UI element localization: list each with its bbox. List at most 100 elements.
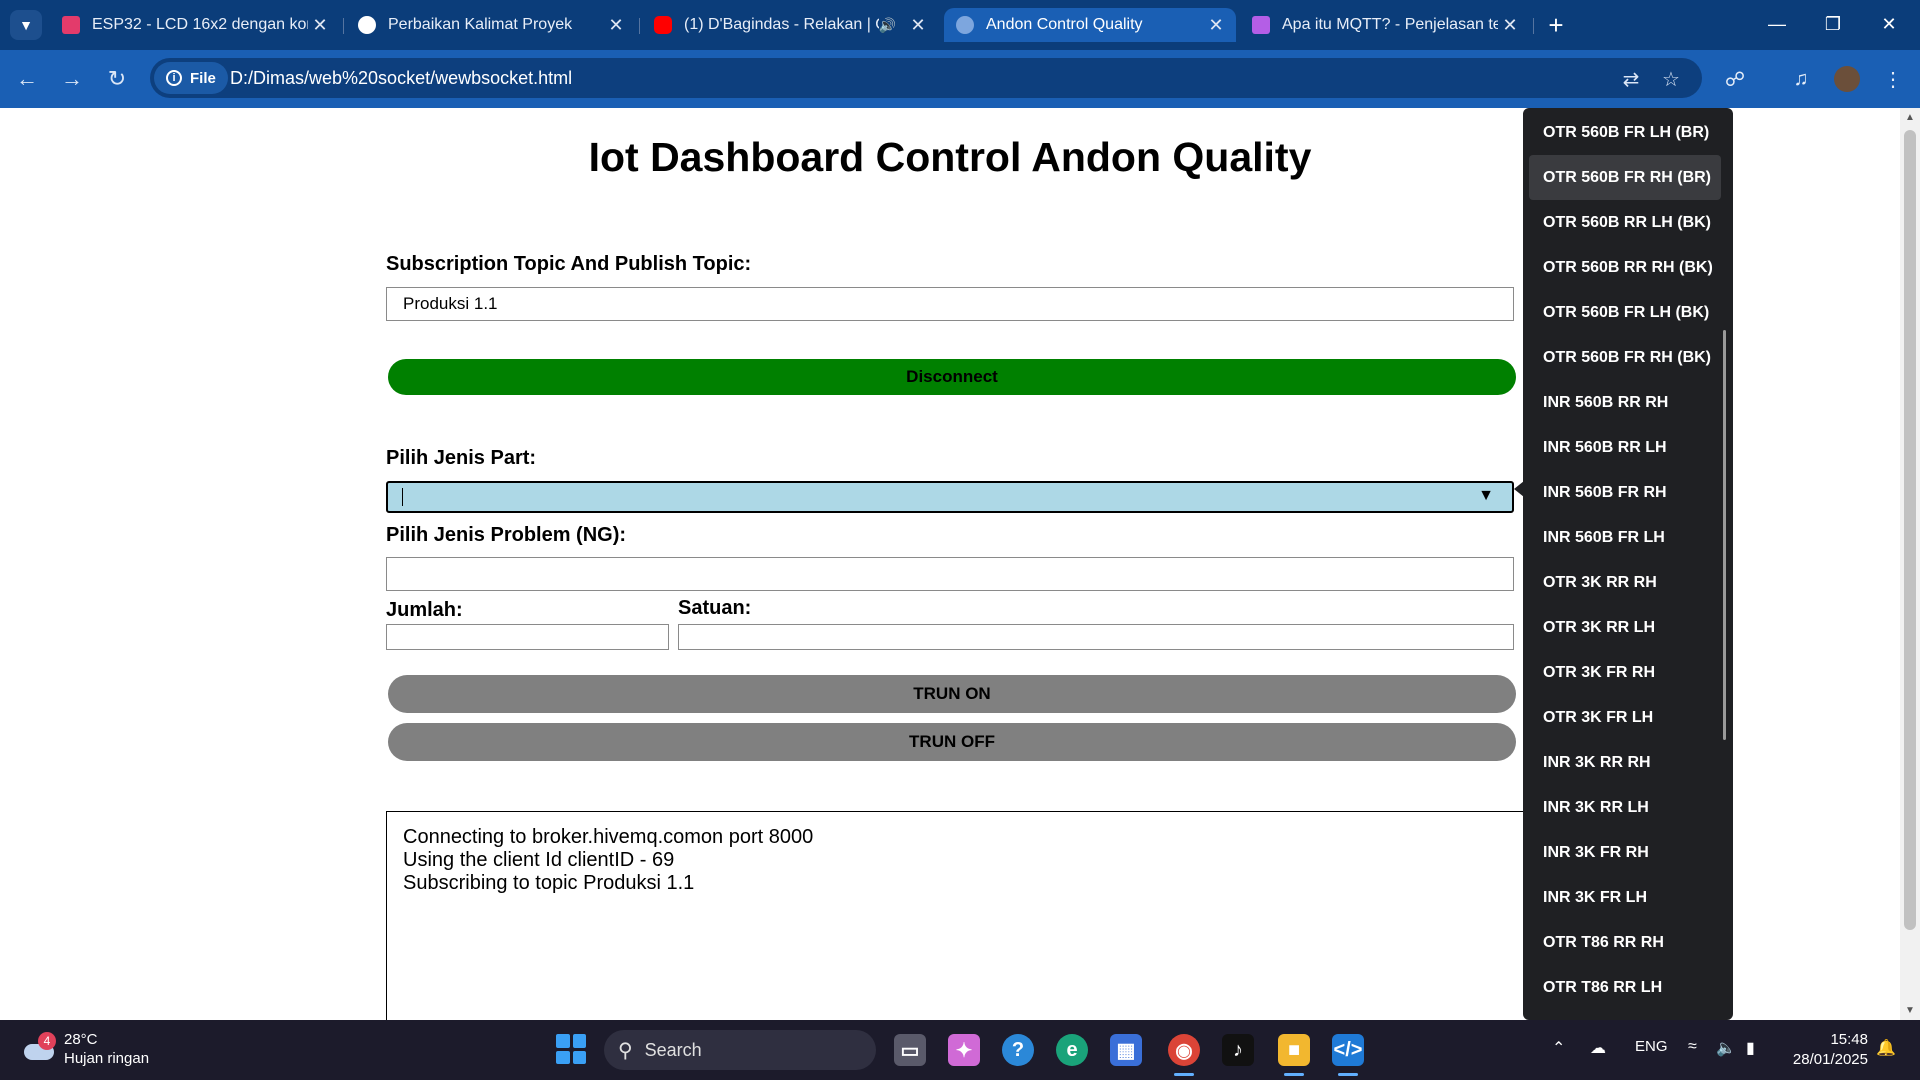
- close-window-button[interactable]: ✕: [1866, 8, 1912, 40]
- wifi-icon[interactable]: ≈: [1688, 1038, 1697, 1056]
- dropdown-option[interactable]: INR 3K FR RH: [1529, 830, 1721, 875]
- topic-input[interactable]: Produksi 1.1: [386, 287, 1514, 321]
- media-control-icon[interactable]: ♫: [1786, 64, 1816, 94]
- notification-bell-icon[interactable]: 🔔: [1876, 1038, 1896, 1058]
- file-explorer-icon[interactable]: ■: [1278, 1034, 1310, 1076]
- search-label: Search: [644, 1039, 702, 1060]
- taskbar: 4 28°C Hujan ringan ⚲ Search ▭ ✦ ? e ▦ ◉…: [0, 1020, 1920, 1080]
- clock[interactable]: 15:48 28/01/2025: [1788, 1030, 1868, 1070]
- tab-strip: ▼ ESP32 - LCD 16x2 dengan komu ✕ Perbaik…: [0, 0, 1920, 50]
- clock-time: 15:48: [1830, 1031, 1868, 1048]
- tab-search-chevron-icon[interactable]: ▼: [10, 10, 42, 40]
- problem-input[interactable]: [386, 557, 1514, 591]
- dropdown-option[interactable]: INR 3K FR LH: [1529, 875, 1721, 920]
- rain-cloud-icon: 4: [22, 1032, 56, 1062]
- chrome-icon[interactable]: ◉: [1168, 1034, 1200, 1076]
- dropdown-option[interactable]: OTR 560B RR RH (BK): [1529, 245, 1721, 290]
- dropdown-option[interactable]: INR 3K RR RH: [1529, 740, 1721, 785]
- language-indicator[interactable]: ENG: [1635, 1038, 1668, 1055]
- satuan-input[interactable]: [678, 624, 1514, 650]
- new-tab-button[interactable]: +: [1540, 10, 1572, 40]
- menu-kebab-icon[interactable]: ⋮: [1878, 64, 1908, 94]
- edge-icon[interactable]: e: [1056, 1034, 1088, 1066]
- address-bar[interactable]: i File D:/Dimas/web%20socket/wewbsocket.…: [150, 58, 1702, 98]
- tab-mqtt[interactable]: Apa itu MQTT? - Penjelasan ten ✕: [1240, 8, 1530, 42]
- scroll-up-arrow-icon[interactable]: ▲: [1900, 112, 1920, 123]
- weather-widget[interactable]: 4 28°C Hujan ringan: [22, 1030, 149, 1068]
- part-select[interactable]: ▼: [386, 481, 1514, 513]
- battery-icon[interactable]: ▮: [1746, 1038, 1755, 1058]
- tab-youtube[interactable]: (1) D'Bagindas - Relakan | O 🔊 ✕: [642, 8, 938, 42]
- translate-icon[interactable]: ⇄: [1618, 66, 1644, 92]
- log-line: Connecting to broker.hivemq.comon port 8…: [403, 826, 814, 848]
- clock-date: 28/01/2025: [1792, 1051, 1868, 1068]
- reload-icon[interactable]: ↻: [100, 62, 134, 96]
- tab-perbaikan[interactable]: Perbaikan Kalimat Proyek ✕: [346, 8, 636, 42]
- restore-button[interactable]: ❐: [1810, 8, 1856, 40]
- youtube-icon: [654, 16, 672, 34]
- bookmark-star-icon[interactable]: ☆: [1658, 66, 1684, 92]
- forward-arrow-icon[interactable]: →: [55, 62, 89, 96]
- windows-start-icon[interactable]: [556, 1034, 586, 1064]
- dropdown-option[interactable]: INR 560B FR RH: [1529, 470, 1721, 515]
- tab-title: Apa itu MQTT? - Penjelasan ten: [1282, 16, 1498, 33]
- task-view-icon[interactable]: ▭: [894, 1034, 926, 1066]
- dropdown-option[interactable]: OTR 560B FR LH (BR): [1529, 110, 1721, 155]
- tab-separator: [343, 18, 344, 34]
- weather-desc: Hujan ringan: [64, 1050, 150, 1067]
- disconnect-button[interactable]: Disconnect: [388, 359, 1516, 395]
- close-tab-icon[interactable]: ✕: [1204, 15, 1228, 36]
- dropdown-option[interactable]: INR 3K RR LH: [1529, 785, 1721, 830]
- volume-icon[interactable]: 🔈: [1716, 1038, 1736, 1058]
- page-scrollbar[interactable]: ▲ ▼: [1900, 108, 1920, 1020]
- back-arrow-icon[interactable]: ←: [10, 62, 44, 96]
- site-info-chip[interactable]: i File: [154, 62, 228, 94]
- dropdown-option[interactable]: OTR 560B FR LH (BK): [1529, 290, 1721, 335]
- taskbar-search[interactable]: ⚲ Search: [604, 1030, 876, 1070]
- tab-andon[interactable]: Andon Control Quality ✕: [944, 8, 1236, 42]
- scroll-down-arrow-icon[interactable]: ▼: [1900, 1005, 1920, 1016]
- dropdown-option[interactable]: OTR 560B RR LH (BK): [1529, 200, 1721, 245]
- copilot-icon[interactable]: ✦: [948, 1034, 980, 1066]
- close-tab-icon[interactable]: ✕: [906, 15, 930, 36]
- weather-temp: 28°C: [64, 1031, 98, 1048]
- dropdown-option[interactable]: OTR 3K RR RH: [1529, 560, 1721, 605]
- weather-text: 28°C Hujan ringan: [64, 1030, 149, 1068]
- url-text[interactable]: D:/Dimas/web%20socket/wewbsocket.html: [230, 68, 572, 89]
- tab-esp32[interactable]: ESP32 - LCD 16x2 dengan komu ✕: [50, 8, 340, 42]
- close-tab-icon[interactable]: ✕: [1498, 15, 1522, 36]
- jumlah-input[interactable]: [386, 624, 669, 650]
- tab-separator: [1533, 18, 1534, 34]
- close-tab-icon[interactable]: ✕: [604, 15, 628, 36]
- browser-toolbar: ← → ↻ i File D:/Dimas/web%20socket/wewbs…: [0, 50, 1920, 108]
- tiktok-icon[interactable]: ♪: [1222, 1034, 1254, 1066]
- dropdown-scrollbar[interactable]: [1723, 330, 1726, 740]
- speaker-icon[interactable]: 🔊: [879, 17, 896, 34]
- dropdown-option[interactable]: OTR T86 RR RH: [1529, 920, 1721, 965]
- dropdown-option[interactable]: OTR 3K FR RH: [1529, 650, 1721, 695]
- dropdown-option[interactable]: INR 560B FR LH: [1529, 515, 1721, 560]
- turn-on-button[interactable]: TRUN ON: [388, 675, 1516, 713]
- onedrive-cloud-icon[interactable]: ☁: [1590, 1038, 1606, 1058]
- dropdown-option[interactable]: INR 560B RR LH: [1529, 425, 1721, 470]
- info-icon: i: [166, 70, 182, 86]
- dropdown-option[interactable]: OTR T86 RR LH: [1529, 965, 1721, 1010]
- part-dropdown-list[interactable]: OTR 560B FR LH (BR) OTR 560B FR RH (BR) OT…: [1523, 108, 1733, 1020]
- chevron-up-icon[interactable]: ⌃: [1552, 1038, 1565, 1058]
- dropdown-option[interactable]: INR 560B RR RH: [1529, 380, 1721, 425]
- turn-off-button[interactable]: TRUN OFF: [388, 723, 1516, 761]
- log-line: Subscribing to topic Produksi 1.1: [403, 872, 695, 894]
- dropdown-option[interactable]: OTR 560B FR RH (BK): [1529, 335, 1721, 380]
- dropdown-option[interactable]: OTR 3K RR LH: [1529, 605, 1721, 650]
- dropdown-option[interactable]: OTR 3K FR LH: [1529, 695, 1721, 740]
- extensions-icon[interactable]: ☍: [1720, 64, 1750, 94]
- scrollbar-thumb[interactable]: [1904, 130, 1916, 930]
- dropdown-option[interactable]: OTR 560B FR RH (BR): [1529, 155, 1721, 200]
- store-icon[interactable]: ▦: [1110, 1034, 1142, 1066]
- close-tab-icon[interactable]: ✕: [308, 15, 332, 36]
- vscode-icon[interactable]: </>: [1332, 1034, 1364, 1076]
- help-icon[interactable]: ?: [1002, 1034, 1034, 1066]
- minimize-button[interactable]: —: [1754, 8, 1800, 40]
- profile-avatar[interactable]: [1832, 64, 1862, 94]
- cube-icon: [1252, 16, 1270, 34]
